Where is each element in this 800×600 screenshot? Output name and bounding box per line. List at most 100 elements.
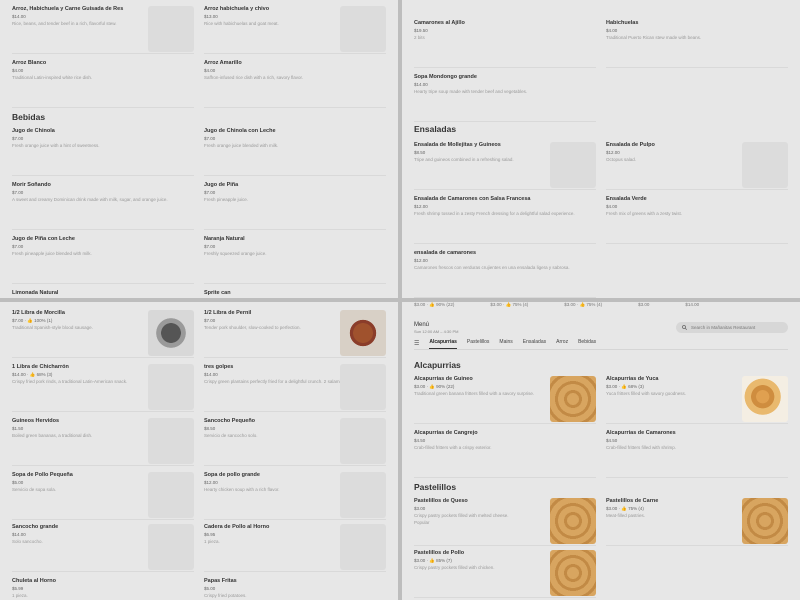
tab-mains[interactable]: Mains xyxy=(499,339,512,348)
menu-item-card[interactable]: Alcapurrias de Cangrejo $4.50 Crab-fille… xyxy=(414,430,596,478)
item-price: $7.00 xyxy=(204,190,216,195)
menu-item-card[interactable]: Naranja Natural $7.00 Freshly squeezed o… xyxy=(204,236,386,284)
item-description: Crab-filled fritters filled with shrimp. xyxy=(606,445,677,450)
menu-item-card[interactable]: Pastelillos de Pollo $3.00 · 👍 85% (7) C… xyxy=(414,550,596,598)
tab-pastelillos[interactable]: Pastelillos xyxy=(467,339,490,348)
carousel-price: $3.00 · 👍 75% (4) xyxy=(490,302,529,307)
item-description: Fresh pineapple juice. xyxy=(204,197,249,202)
item-thumbnail xyxy=(550,498,596,544)
menu-item-card[interactable]: Arroz, Habichuela y Carne Guisada de Res… xyxy=(12,6,194,54)
item-name: Arroz Blanco xyxy=(12,60,47,66)
quadrant-bottom-left: 1/2 Libra de Morcilla $7.00 · 👍 100% (1)… xyxy=(0,302,398,600)
menu-item-card[interactable]: 1/2 Libra de Morcilla $7.00 · 👍 100% (1)… xyxy=(12,310,194,358)
item-price: $12.00 xyxy=(414,258,428,263)
section-title-ensaladas: Ensaladas xyxy=(414,124,457,134)
search-input[interactable]: Search in Mañanitas Restaurant xyxy=(676,322,788,333)
menu-item-card[interactable]: Pastelillos de Carne $3.00 · 👍 75% (4) M… xyxy=(606,498,788,546)
menu-item-card[interactable]: Arroz Blanco $4.00 Traditional Latin-ins… xyxy=(12,60,194,108)
menu-item-card[interactable]: Sopa de pollo grande $12.00 Hearty chick… xyxy=(204,472,386,520)
item-thumbnail xyxy=(550,550,596,596)
menu-item-card[interactable]: Jugo de Chinola con Leche $7.00 Fresh or… xyxy=(204,128,386,176)
menu-item-card[interactable]: Sprite can xyxy=(204,290,386,298)
menu-item-card[interactable]: Alcapurrias de Yuca $3.00 · 👍 68% (3) Yu… xyxy=(606,376,788,424)
screenshot-grid: Arroz, Habichuela y Carne Guisada de Res… xyxy=(0,0,800,600)
tab-alcapurrias[interactable]: Alcapurrias xyxy=(429,339,457,349)
quadrant-bottom-right: $3.00 · 👍 90% (22) $3.00 · 👍 75% (4) $3.… xyxy=(402,302,800,600)
menu-item-card[interactable]: Morir Soñando $7.00 A sweet and creamy D… xyxy=(12,182,194,230)
menu-item-card[interactable]: Guineos Hervidos $1.50 Boiled green bana… xyxy=(12,418,194,466)
carousel-price: $3.00 · 👍 75% (4) xyxy=(564,302,603,307)
item-description: Fresh pineapple juice blended with milk. xyxy=(12,251,92,256)
item-thumbnail xyxy=(340,418,386,464)
item-description: Fresh shrimp tossed in a zesty French dr… xyxy=(414,211,575,216)
menu-item-card[interactable]: Ensalada de Mollejitas y Guineos $8.50 T… xyxy=(414,142,596,190)
carousel-price: $14.00 xyxy=(685,302,700,307)
item-description: 2 bits xyxy=(414,35,425,40)
list-icon[interactable]: ☰ xyxy=(414,340,419,347)
menu-item-card[interactable]: Ensalada de Camarones con Salsa Francesa… xyxy=(414,196,596,244)
item-name: Naranja Natural xyxy=(204,236,245,242)
section-title-bebidas: Bebidas xyxy=(12,112,46,122)
menu-item-card[interactable]: Sancocho Pequeño $8.50 Servicio de sanco… xyxy=(204,418,386,466)
item-description: Fresh orange juice with a hint of sweetn… xyxy=(12,143,100,148)
item-description: Crab-filled fritters with a crispy exter… xyxy=(414,445,492,450)
menu-header: Menú Sun 12:00 AM – 4:30 PM Search in Ma… xyxy=(414,322,788,334)
item-thumbnail xyxy=(340,364,386,410)
item-description: Crispy fried potatoes. xyxy=(204,593,247,598)
item-price: $14.00 xyxy=(414,82,428,87)
section-title-pastelillos: Pastelillos xyxy=(414,482,457,492)
menu-item-card[interactable]: Habichuelas $4.00 Traditional Puerto Ric… xyxy=(606,20,788,68)
tab-bebidas[interactable]: Bebidas xyxy=(578,339,596,348)
item-price: $12.00 xyxy=(414,204,428,209)
item-thumbnail xyxy=(550,142,596,188)
item-thumbnail xyxy=(148,364,194,410)
item-price: $7.00 xyxy=(12,136,24,141)
item-name: Jugo de Chinola xyxy=(12,128,55,134)
tab-arroz[interactable]: Arroz xyxy=(556,339,568,348)
item-description: Saffron-infused rice dish with a rich, s… xyxy=(204,75,303,80)
menu-item-card[interactable]: Papas Fritas $5.00 Crispy fried potatoes… xyxy=(204,578,386,600)
menu-item-card[interactable]: Jugo de Piña $7.00 Fresh pineapple juice… xyxy=(204,182,386,230)
item-price: $4.00 xyxy=(204,68,216,73)
menu-item-card[interactable]: Cadera de Pollo al Horno $6.95 1 pieza. xyxy=(204,524,386,572)
item-thumbnail xyxy=(148,524,194,570)
tab-ensaladas[interactable]: Ensaladas xyxy=(523,339,546,348)
quadrant-top-right: Camarones al Ajillo $19.50 2 bits Habich… xyxy=(402,0,800,298)
item-description: Traditional Latin-inspired white rice di… xyxy=(12,75,93,80)
carousel-price-row: $3.00 · 👍 90% (22) $3.00 · 👍 75% (4) $3.… xyxy=(414,302,788,308)
search-icon xyxy=(682,325,687,330)
quadrant-top-left: Arroz, Habichuela y Carne Guisada de Res… xyxy=(0,0,398,298)
menu-item-card[interactable]: Alcapurrias de Camarones $4.50 Crab-fill… xyxy=(606,430,788,478)
item-thumbnail xyxy=(742,376,788,422)
menu-item-card[interactable]: Arroz Amarillo $4.00 Saffron-infused ric… xyxy=(204,60,386,108)
menu-item-card[interactable]: Ensalada Verde $4.00 Fresh mix of greens… xyxy=(606,196,788,244)
item-description: Fresh orange juice blended with milk. xyxy=(204,143,279,148)
menu-item-card[interactable]: Chuleta al Horno $5.99 1 pieza. xyxy=(12,578,194,600)
menu-item-card[interactable]: Pastelillos de Queso $3.00 Crispy pastry… xyxy=(414,498,596,546)
menu-item-card[interactable]: Ensalada de Pulpo $12.00 Octopus salad. xyxy=(606,142,788,190)
item-description: 1 pieza. xyxy=(12,593,28,598)
menu-item-card[interactable]: Jugo de Piña con Leche $7.00 Fresh pinea… xyxy=(12,236,194,284)
menu-item-card[interactable]: Sopa Mondongo grande $14.00 Hearty tripe… xyxy=(414,74,596,122)
item-description: A sweet and creamy Dominican drink made … xyxy=(12,197,168,202)
menu-item-card[interactable]: Arroz habichuela y chivo $13.00 Rice wit… xyxy=(204,6,386,54)
menu-item-card[interactable]: 1/2 Libra de Pernil $7.00 Tender pork sh… xyxy=(204,310,386,358)
item-price: $7.00 xyxy=(204,244,216,249)
item-thumbnail xyxy=(742,498,788,544)
item-thumbnail xyxy=(148,6,194,52)
item-name: Habichuelas xyxy=(606,20,639,26)
item-thumbnail xyxy=(340,524,386,570)
item-description: Freshly squeezed orange juice. xyxy=(204,251,267,256)
menu-item-card[interactable]: Limonada Natural xyxy=(12,290,194,298)
menu-item-card[interactable]: ensalada de camarones $12.00 Camarones f… xyxy=(414,250,596,298)
menu-item-card[interactable]: tres golpes $14.00 Crispy green plantain… xyxy=(204,364,386,412)
menu-item-card[interactable]: Alcapurrias de Guineo $3.00 · 👍 90% (22)… xyxy=(414,376,596,424)
menu-item-card[interactable]: Camarones al Ajillo $19.50 2 bits xyxy=(414,20,596,68)
item-price: $4.00 xyxy=(606,28,618,33)
menu-item-card[interactable]: Jugo de Chinola $7.00 Fresh orange juice… xyxy=(12,128,194,176)
carousel-price: $3.00 · 👍 90% (22) xyxy=(414,302,455,307)
menu-item-card[interactable]: Sancocho grande $14.00 Solo sancocho. xyxy=(12,524,194,572)
menu-item-card[interactable]: Sopa de Pollo Pequeña $5.00 Servicio de … xyxy=(12,472,194,520)
item-name: Sopa Mondongo grande xyxy=(414,74,477,80)
menu-item-card[interactable]: 1 Libra de Chicharrón $14.00 · 👍 68% (3)… xyxy=(12,364,194,412)
